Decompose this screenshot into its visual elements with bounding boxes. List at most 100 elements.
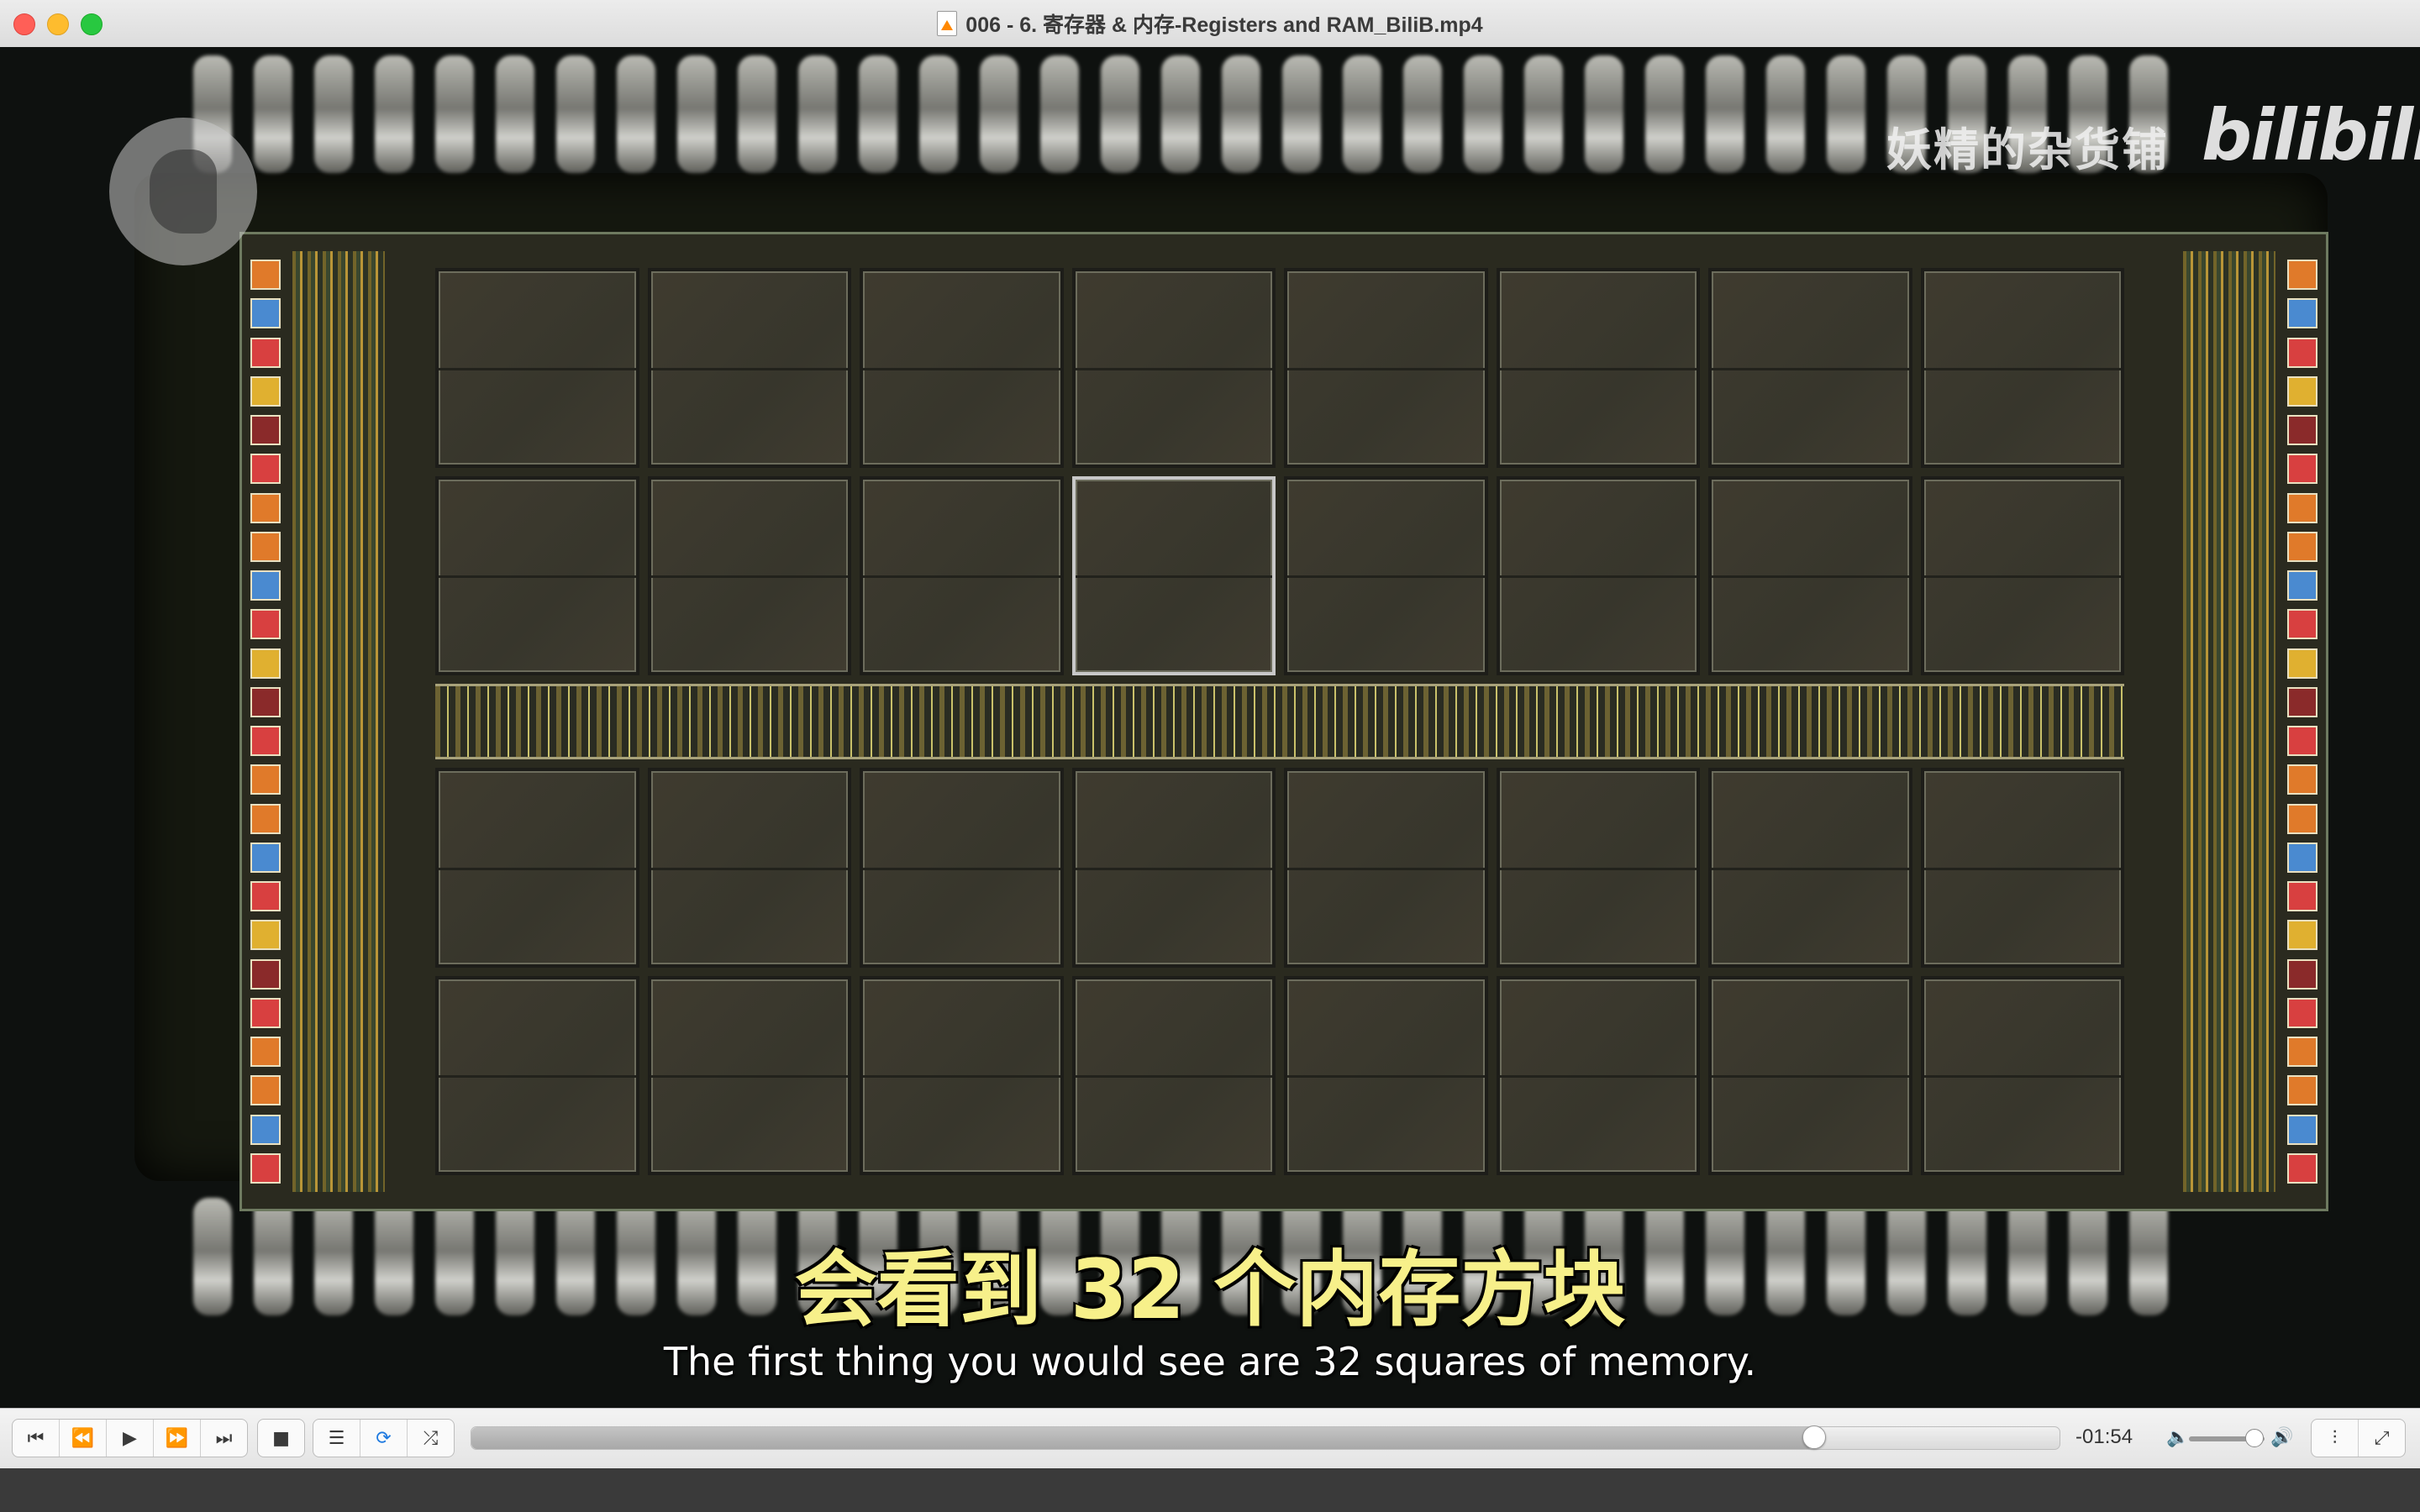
- mute-icon[interactable]: 🔈: [2166, 1427, 2189, 1448]
- memory-square: [1920, 268, 2124, 468]
- window-title: 006 - 6. 寄存器 & 内存-Registers and RAM_Bili…: [965, 13, 1483, 37]
- rewind-button[interactable]: ⏪: [60, 1420, 107, 1457]
- bond-pad: [2287, 1037, 2317, 1067]
- chip-pin: [1040, 55, 1079, 173]
- subtitle-chinese: 会看到 32 个内存方块: [794, 1242, 1626, 1338]
- title-wrap: 006 - 6. 寄存器 & 内存-Registers and RAM_Bili…: [0, 0, 2420, 47]
- chip-pin: [738, 55, 776, 173]
- memory-square: [860, 768, 1064, 968]
- bond-pad: [250, 920, 281, 951]
- playback-buttons: ⏮ ⏪ ▶ ⏩ ⏭: [12, 1419, 248, 1457]
- title-bar[interactable]: 006 - 6. 寄存器 & 内存-Registers and RAM_Bili…: [0, 0, 2420, 48]
- bond-pad: [2287, 958, 2317, 990]
- stop-button[interactable]: ■: [258, 1420, 304, 1457]
- fullscreen-button[interactable]: ⤢: [2359, 1420, 2405, 1457]
- playlist-button[interactable]: ☰: [313, 1420, 360, 1457]
- controls-bar: ⏮ ⏪ ▶ ⏩ ⏭ ■ ☰ ⟳ ⤮ -01:54 🔈 🔊 ⫶ ⤢: [0, 1408, 2420, 1469]
- chip-pin: [1585, 55, 1623, 173]
- bond-pad: [2287, 997, 2317, 1028]
- bond-pad: [2287, 298, 2317, 329]
- memory-square: [860, 268, 1064, 468]
- bond-pad: [250, 726, 281, 756]
- memory-square: [647, 768, 851, 968]
- loop-button[interactable]: ⟳: [360, 1420, 408, 1457]
- bond-pad: [2287, 920, 2317, 951]
- memory-grid: [435, 268, 2124, 1175]
- logic-left: [292, 251, 385, 1192]
- memory-square: [1708, 975, 1912, 1175]
- logic-right: [2183, 251, 2275, 1192]
- bond-pad: [250, 764, 281, 795]
- bond-pad: [250, 686, 281, 717]
- address-bus: [435, 684, 2124, 759]
- memory-square: [1284, 975, 1488, 1175]
- chip-pin: [1464, 55, 1502, 173]
- bond-pad: [2287, 726, 2317, 756]
- memory-square: [1708, 768, 1912, 968]
- chip-pin: [314, 55, 353, 173]
- chip-pin: [1282, 55, 1321, 173]
- chip-pin: [617, 55, 655, 173]
- volume-max-icon[interactable]: 🔊: [2270, 1427, 2293, 1448]
- memory-square: [435, 975, 639, 1175]
- bond-pad: [2287, 686, 2317, 717]
- bond-pad: [2287, 492, 2317, 523]
- chip-pin: [1827, 55, 1865, 173]
- memory-square: [1284, 268, 1488, 468]
- memory-square: [1708, 475, 1912, 675]
- bond-pad: [250, 648, 281, 679]
- chip-pin: [1766, 55, 1805, 173]
- mode-buttons: ☰ ⟳ ⤮: [313, 1419, 455, 1457]
- fast-forward-button[interactable]: ⏩: [154, 1420, 201, 1457]
- bond-pad: [2287, 803, 2317, 834]
- memory-square: [647, 475, 851, 675]
- pads-left: [250, 260, 281, 1184]
- view-buttons: ⫶ ⤢: [2311, 1419, 2406, 1457]
- bond-pad: [250, 1037, 281, 1067]
- video-frame[interactable]: 妖精的杂货铺 bilibili 会看到 32 个内存方块 The first t…: [0, 47, 2420, 1408]
- bond-pad: [2287, 1152, 2317, 1184]
- chip-pin: [1524, 55, 1563, 173]
- memory-square: [860, 975, 1064, 1175]
- bond-pad: [250, 260, 281, 290]
- bond-pad: [250, 1152, 281, 1184]
- bond-pad: [250, 842, 281, 873]
- memory-square: [860, 475, 1064, 675]
- memory-square: [435, 475, 639, 675]
- vlc-file-icon: [937, 11, 958, 36]
- bond-pad: [250, 881, 281, 911]
- time-remaining[interactable]: -01:54: [2075, 1425, 2133, 1449]
- chip-pin: [1706, 55, 1744, 173]
- skip-back-button[interactable]: ⏮: [13, 1420, 60, 1457]
- memory-square: [1496, 475, 1700, 675]
- ram-die: [239, 232, 2328, 1211]
- memory-square: [1920, 475, 2124, 675]
- memory-square: [1284, 768, 1488, 968]
- playback-progress-slider[interactable]: [471, 1425, 2060, 1450]
- bond-pad: [2287, 454, 2317, 485]
- vlc-window: 006 - 6. 寄存器 & 内存-Registers and RAM_Bili…: [0, 0, 2420, 1512]
- equalizer-button[interactable]: ⫶: [2312, 1420, 2359, 1457]
- memory-square: [1920, 975, 2124, 1175]
- chip-pin: [980, 55, 1018, 173]
- play-button[interactable]: ▶: [107, 1420, 154, 1457]
- volume-knob[interactable]: [2244, 1429, 2264, 1447]
- volume-slider[interactable]: [2189, 1429, 2265, 1447]
- bond-pad: [2287, 764, 2317, 795]
- bond-pad: [2287, 570, 2317, 601]
- bond-pad: [2287, 648, 2317, 679]
- memory-square: [1496, 268, 1700, 468]
- skip-forward-button[interactable]: ⏭: [201, 1420, 247, 1457]
- memory-square: [1284, 475, 1488, 675]
- memory-square: [1071, 268, 1276, 468]
- chip-pin: [798, 55, 837, 173]
- memory-square: [435, 768, 639, 968]
- shuffle-button[interactable]: ⤮: [408, 1420, 454, 1457]
- memory-square: [1496, 768, 1700, 968]
- chip-pin: [435, 55, 474, 173]
- uploader-watermark: 妖精的杂货铺: [1886, 123, 2169, 176]
- bond-pad: [250, 298, 281, 329]
- memory-square: [1920, 768, 2124, 968]
- bond-pad: [2287, 842, 2317, 873]
- progress-knob[interactable]: [1802, 1425, 1827, 1449]
